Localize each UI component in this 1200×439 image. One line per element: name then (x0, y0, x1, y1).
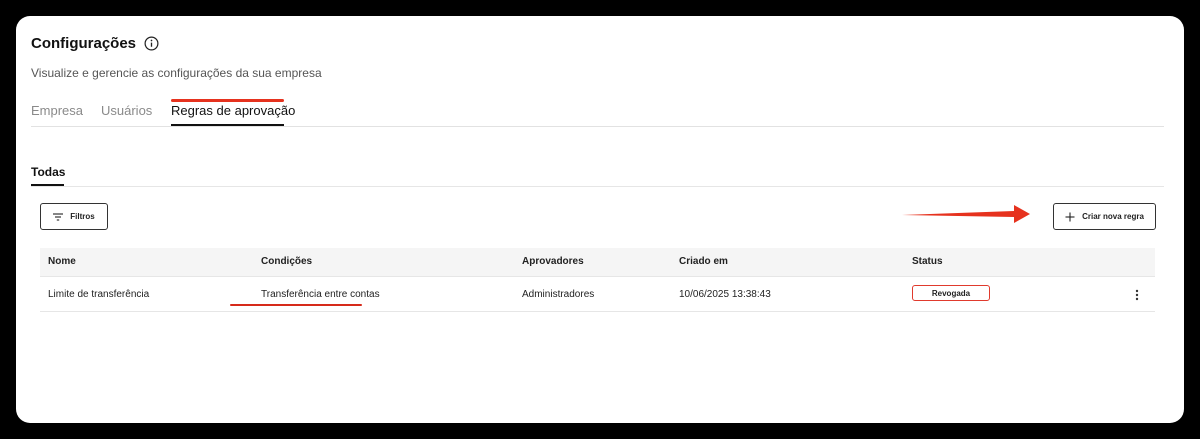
subtab-bar: Todas (31, 165, 1164, 187)
tab-regras-de-aprovacao[interactable]: Regras de aprovação (171, 103, 295, 118)
page-title: Configurações (31, 35, 137, 52)
cell-name: Limite de transferência (48, 289, 150, 300)
rules-table: Nome Condições Aprovadores Criado em Sta… (40, 248, 1155, 312)
annotation-underline (171, 99, 284, 102)
create-rule-button-label: Criar nova regra (1082, 212, 1144, 221)
annotation-arrow (902, 204, 1032, 233)
more-vertical-icon[interactable] (1130, 288, 1144, 302)
cell-approvers: Administradores (522, 289, 595, 300)
filters-button-label: Filtros (70, 212, 95, 221)
tab-empresa[interactable]: Empresa (31, 103, 83, 118)
page-subtitle: Visualize e gerencie as configurações da… (31, 66, 322, 80)
tab-usuarios[interactable]: Usuários (101, 103, 152, 118)
subtab-todas[interactable]: Todas (31, 165, 65, 179)
active-tab-indicator (171, 124, 284, 126)
status-badge: Revogada (912, 285, 990, 301)
column-header-criado-em[interactable]: Criado em (679, 256, 728, 267)
active-subtab-indicator (31, 184, 64, 186)
filter-icon (53, 212, 64, 221)
table-row[interactable]: Limite de transferência Transferência en… (40, 277, 1155, 312)
column-header-status[interactable]: Status (912, 256, 943, 267)
column-header-condicoes[interactable]: Condições (261, 256, 312, 267)
info-icon[interactable] (144, 36, 159, 51)
annotation-underline (230, 304, 362, 306)
plus-icon (1065, 212, 1075, 222)
table-header: Nome Condições Aprovadores Criado em Sta… (40, 248, 1155, 277)
create-rule-button[interactable]: Criar nova regra (1053, 203, 1156, 230)
settings-card: Configurações Visualize e gerencie as co… (16, 16, 1184, 423)
column-header-nome[interactable]: Nome (48, 256, 76, 267)
cell-created-at: 10/06/2025 13:38:43 (679, 289, 771, 300)
cell-conditions: Transferência entre contas (261, 289, 380, 300)
filters-button[interactable]: Filtros (40, 203, 108, 230)
page-header: Configurações (31, 35, 159, 52)
tab-bar: Empresa Usuários Regras de aprovação (31, 102, 1164, 127)
column-header-aprovadores[interactable]: Aprovadores (522, 256, 584, 267)
